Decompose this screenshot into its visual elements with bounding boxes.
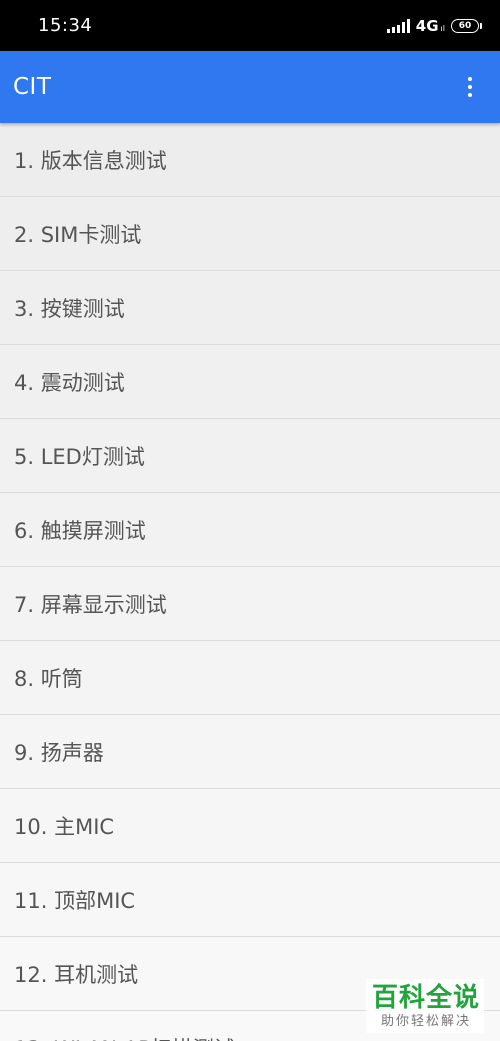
overflow-menu-icon[interactable] bbox=[462, 71, 478, 103]
list-item-top-mic[interactable]: 11. 顶部MIC bbox=[0, 863, 500, 937]
network-type-label: 4G bbox=[415, 16, 439, 35]
watermark-logo: 百科全说 助你轻松解决 bbox=[365, 979, 484, 1033]
app-title: CIT bbox=[13, 74, 52, 100]
list-item-vibration-test[interactable]: 4. 震动测试 bbox=[0, 345, 500, 419]
battery-level: 60 bbox=[451, 18, 479, 33]
network-activity-icon: ıl bbox=[440, 24, 445, 33]
list-item-led-test[interactable]: 5. LED灯测试 bbox=[0, 419, 500, 493]
watermark-subtitle: 助你轻松解决 bbox=[380, 1014, 471, 1029]
battery-tip bbox=[480, 22, 482, 29]
app-bar: CIT bbox=[0, 51, 500, 123]
list-item-touchscreen-test[interactable]: 6. 触摸屏测试 bbox=[0, 493, 500, 567]
status-bar: 15:34 4G ıl 60 bbox=[0, 0, 500, 51]
list-item-key-test[interactable]: 3. 按键测试 bbox=[0, 271, 500, 345]
list-item-main-mic[interactable]: 10. 主MIC bbox=[0, 789, 500, 863]
watermark-title: 百科全说 bbox=[371, 983, 480, 1013]
list-item-display-test[interactable]: 7. 屏幕显示测试 bbox=[0, 567, 500, 641]
signal-strength-icon bbox=[386, 18, 410, 33]
list-item-sim-card-test[interactable]: 2. SIM卡测试 bbox=[0, 197, 500, 271]
list-item-version-info-test[interactable]: 1. 版本信息测试 bbox=[0, 123, 500, 197]
status-time: 15:34 bbox=[38, 15, 93, 36]
battery-icon: 60 bbox=[451, 18, 482, 33]
list-item-receiver[interactable]: 8. 听筒 bbox=[0, 641, 500, 715]
list-item-speaker[interactable]: 9. 扬声器 bbox=[0, 715, 500, 789]
status-indicators: 4G ıl 60 bbox=[386, 16, 482, 35]
test-list: 1. 版本信息测试 2. SIM卡测试 3. 按键测试 4. 震动测试 5. L… bbox=[0, 123, 500, 1041]
